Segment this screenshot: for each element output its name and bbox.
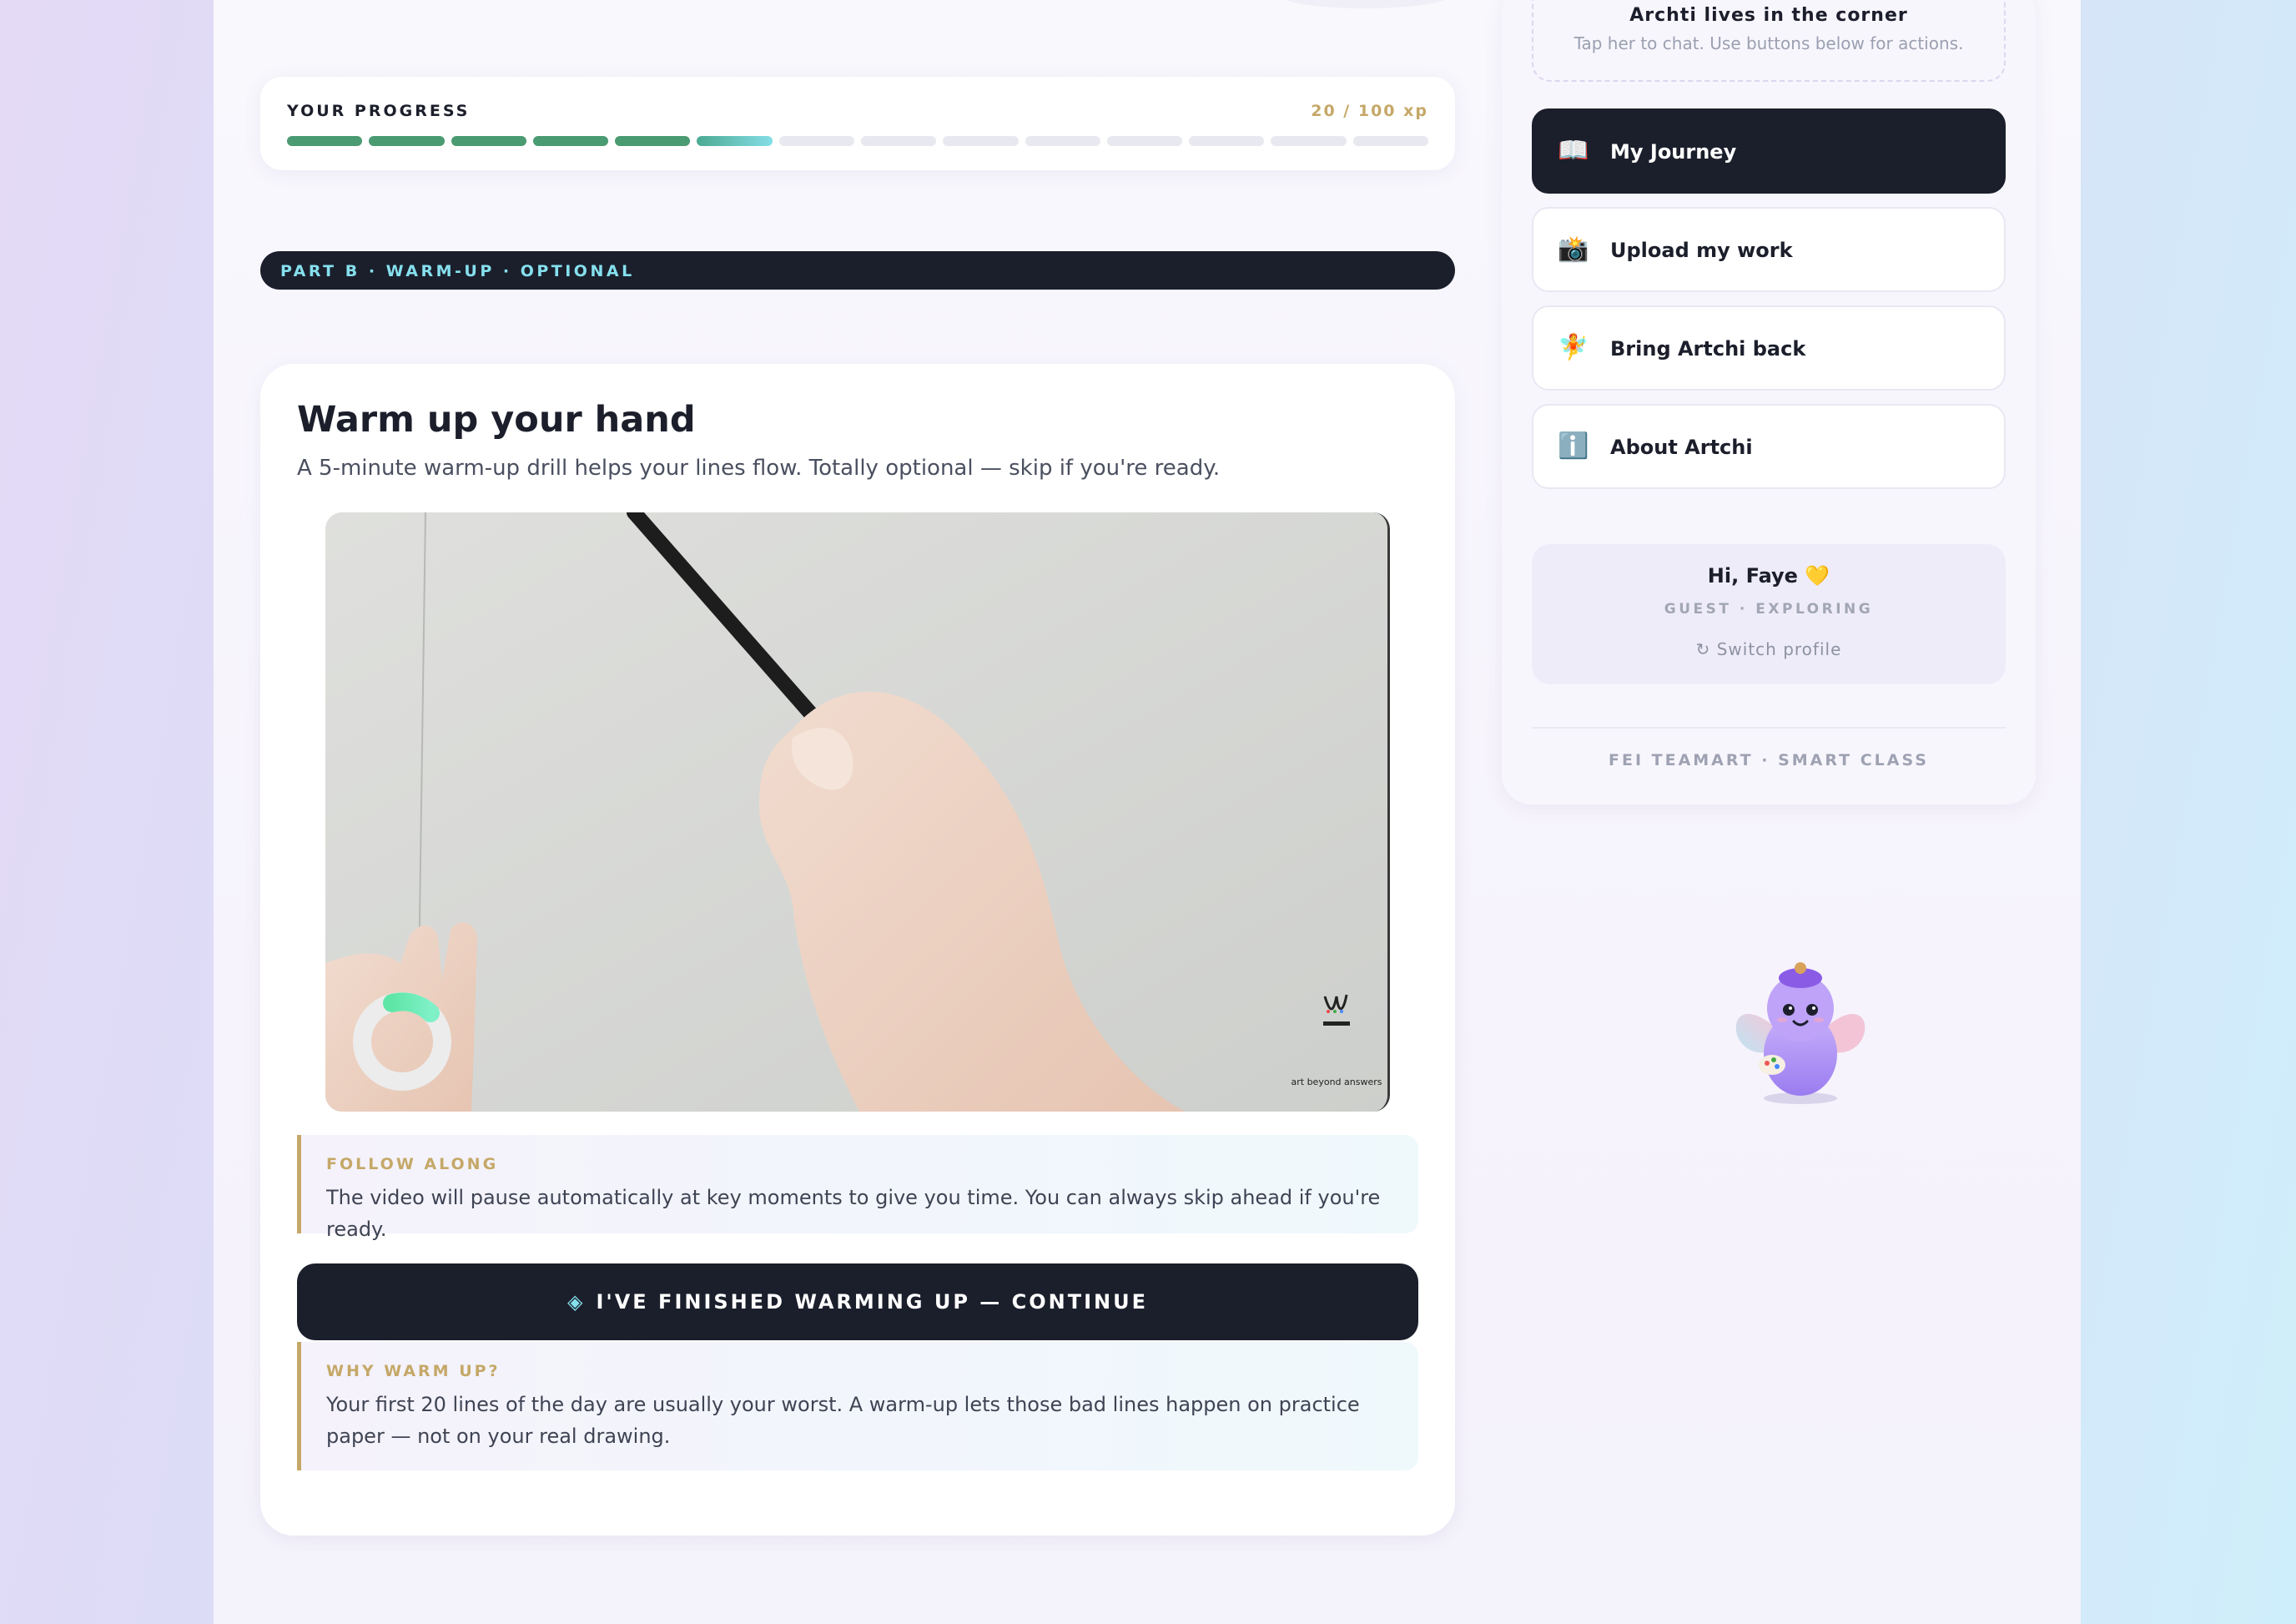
nav-bring-artchi-back[interactable]: 🧚 Bring Artchi back <box>1532 305 2006 391</box>
page-title: Warm up your hand <box>297 399 696 441</box>
nav-label: Bring Artchi back <box>1610 337 1806 361</box>
progress-segment <box>532 136 609 146</box>
progress-segment <box>943 136 1019 146</box>
nav-label: My Journey <box>1610 140 1737 164</box>
progress-segment <box>1271 136 1347 146</box>
continue-button-label: I'VE FINISHED WARMING UP — CONTINUE <box>596 1290 1148 1314</box>
artchi-tip: Archti lives in the corner Tap her to ch… <box>1532 0 2006 82</box>
sidebar: Archti lives in the corner Tap her to ch… <box>1502 0 2036 804</box>
profile-role: GUEST · EXPLORING <box>1664 601 1874 618</box>
camera-icon: 📸 <box>1558 235 1589 264</box>
nav-label: About Artchi <box>1610 436 1753 459</box>
page-subtitle: A 5-minute warm-up drill helps your line… <box>297 456 1221 481</box>
progress-segment <box>778 136 854 146</box>
divider <box>1532 727 2006 729</box>
profile-card: Hi, Faye 💛 GUEST · EXPLORING ↻ Switch pr… <box>1532 544 2006 684</box>
book-icon: 📖 <box>1558 136 1589 165</box>
nav-my-journey[interactable]: 📖 My Journey <box>1532 108 2006 194</box>
info-icon: ℹ️ <box>1558 431 1589 461</box>
nav-label: Upload my work <box>1610 239 1793 262</box>
progress-segment <box>451 136 526 146</box>
progress-segment <box>615 136 691 146</box>
decorative-shadow <box>1281 0 1448 8</box>
why-warm-up-title: WHY WARM UP? <box>326 1362 501 1380</box>
profile-greeting: Hi, Faye 💛 <box>1707 564 1830 588</box>
progress-segment <box>369 136 445 146</box>
sidebar-footer: FEI TEAMART · SMART CLASS <box>1608 751 1929 769</box>
tip-subtitle: Tap her to chat. Use buttons below for a… <box>1573 33 1964 53</box>
continue-button[interactable]: ◈ I'VE FINISHED WARMING UP — CONTINUE <box>297 1263 1418 1340</box>
progress-card: YOUR PROGRESS 20 / 100 xp <box>260 77 1455 170</box>
artchi-mascot[interactable] <box>1729 958 1872 1108</box>
progress-segment <box>1106 136 1183 146</box>
nav-about-artchi[interactable]: ℹ️ About Artchi <box>1532 404 2006 489</box>
progress-segment <box>1352 136 1428 146</box>
follow-along-text: The video will pause automatically at ke… <box>326 1186 1381 1241</box>
progress-segment <box>697 136 773 146</box>
diamond-icon: ◈ <box>566 1290 583 1314</box>
follow-along-callout: FOLLOW ALONG The video will pause automa… <box>297 1135 1418 1241</box>
video-frame: art beyond answers <box>325 512 1387 1112</box>
warmup-card: Warm up your hand A 5-minute warm-up dri… <box>260 364 1455 1536</box>
progress-label: YOUR PROGRESS <box>287 102 471 120</box>
watermark-text: art beyond answers <box>1292 1077 1382 1087</box>
progress-segment <box>1025 136 1100 146</box>
progress-segment <box>1189 136 1265 146</box>
nav-upload-my-work[interactable]: 📸 Upload my work <box>1532 207 2006 292</box>
progress-bar <box>287 136 1428 146</box>
why-warm-up-text: Your first 20 lines of the day are usual… <box>326 1393 1360 1448</box>
follow-along-title: FOLLOW ALONG <box>326 1155 499 1173</box>
page: YOUR PROGRESS 20 / 100 xp PART B · WARM-… <box>214 0 2081 1624</box>
artchi-icon <box>1735 962 1866 1104</box>
why-warm-up-callout: WHY WARM UP? Your first 20 lines of the … <box>297 1342 1418 1470</box>
fairy-icon: 🧚 <box>1558 333 1589 362</box>
progress-xp: 20 / 100 xp <box>1311 102 1428 120</box>
warmup-video[interactable]: art beyond answers <box>325 512 1390 1112</box>
section-banner: PART B · WARM-UP · OPTIONAL <box>260 251 1455 290</box>
progress-segment <box>287 136 363 146</box>
switch-profile-link[interactable]: ↻ Switch profile <box>1532 639 2006 659</box>
progress-segment <box>860 136 937 146</box>
tip-title: Archti lives in the corner <box>1629 5 1908 26</box>
section-banner-label: PART B · WARM-UP · OPTIONAL <box>280 262 635 280</box>
